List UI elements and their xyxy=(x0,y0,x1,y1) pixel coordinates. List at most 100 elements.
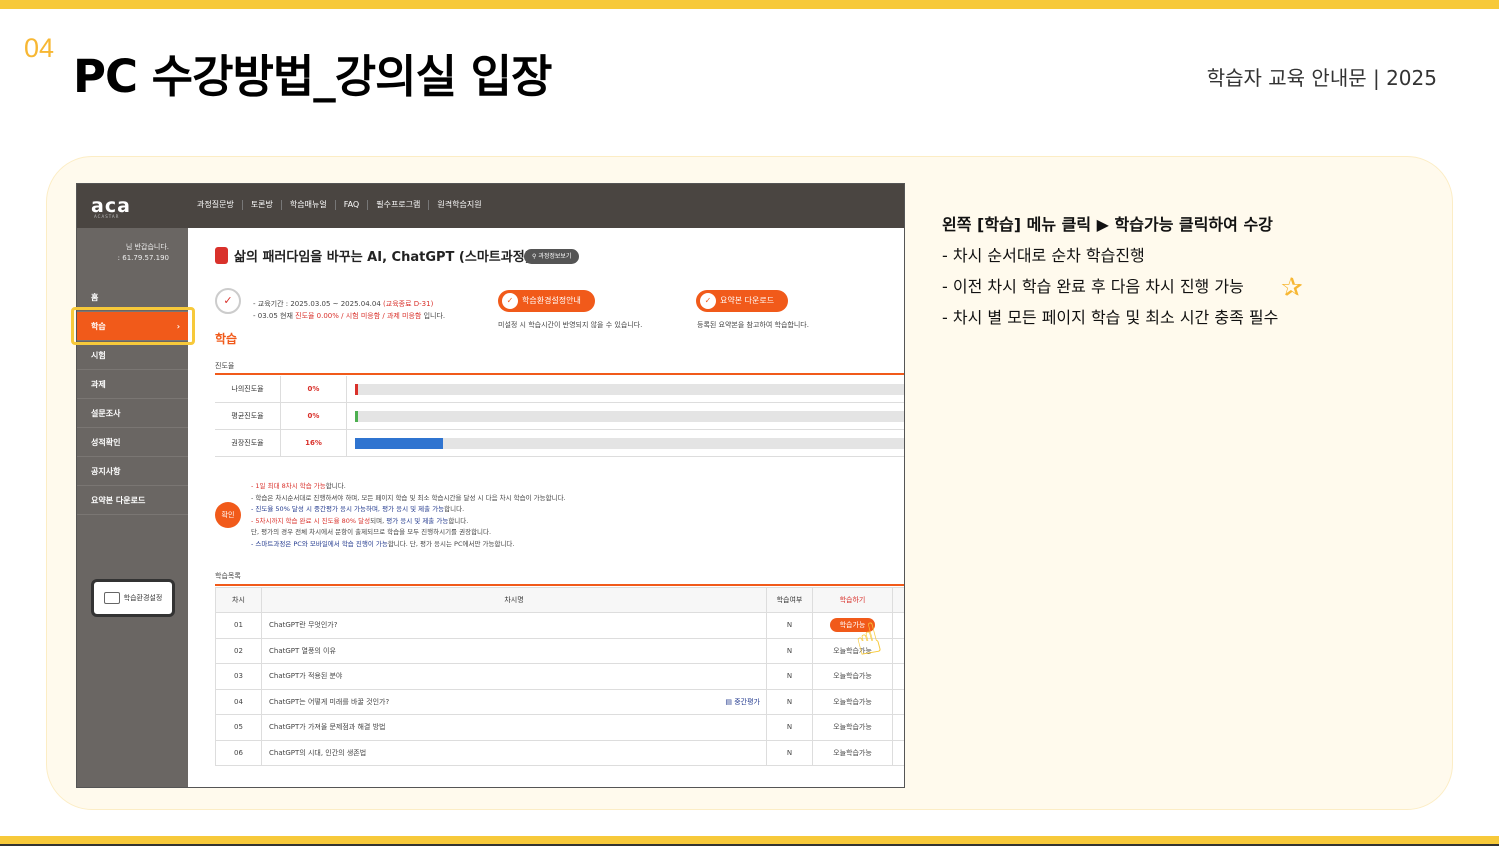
progress-row-label: 권장진도율 xyxy=(215,430,281,457)
summary-download-label: 요약본 다운로드 xyxy=(720,296,775,305)
nav-item-programs[interactable]: 필수프로그램 xyxy=(368,200,430,210)
greeting-text: 님 반갑습니다. xyxy=(125,243,169,251)
sidebar-item-survey[interactable]: 설문조사 xyxy=(77,399,188,428)
lesson-status: 오늘학습가능 xyxy=(833,697,872,706)
lesson-no: 05 xyxy=(215,714,262,741)
lesson-name: ChatGPT가 가져올 문제점과 해결 방법 xyxy=(261,714,767,741)
lesson-name-text: ChatGPT 열풍의 이유 xyxy=(269,646,336,655)
notice-line: - 진도율 50% 달성 시 중간평가 응시 가능하며, 평가 응시 및 제출 … xyxy=(251,504,566,516)
progress-row-pct: 0% xyxy=(281,376,347,403)
summary-note: 등록된 요약본을 참고하여 학습합니다. xyxy=(697,321,809,329)
instruction-item: - 차시 순서대로 순차 학습진행 xyxy=(942,246,1145,265)
notice-line: 단, 평가의 경우 전체 차시에서 문항이 출제되므로 학습을 모두 진행하시기… xyxy=(251,527,566,539)
lesson-table: 차시 차시명 학습여부 학습하기 01 ChatGPT란 무엇인가? N 학습가능 02… xyxy=(215,587,904,766)
monitor-icon xyxy=(103,592,120,604)
nav-item-manual[interactable]: 학습매뉴얼 xyxy=(282,200,336,210)
progress-row-pct: 16% xyxy=(281,430,347,457)
lesson-name: ChatGPT는 어떻게 미래를 바꿀 것인가? ▤ 중간평가 xyxy=(261,688,767,715)
table-row: 01 ChatGPT란 무엇인가? N 학습가능 xyxy=(215,612,904,639)
d-day: (교육종료 D-31) xyxy=(383,300,434,308)
top-navigation: aca ACASTAR 과정질문방 토론방 학습매뉴얼 FAQ 필수프로그램 원… xyxy=(77,184,904,228)
notice-line: - 학습은 차시순서대로 진행하셔야 하며, 모든 페이지 학습 및 최소 학습… xyxy=(251,493,566,505)
nav-item-discussion[interactable]: 토론방 xyxy=(243,200,282,210)
lesson-name: ChatGPT 열풍의 이유 xyxy=(261,637,767,664)
sidebar-item-grades[interactable]: 성적확인 xyxy=(77,428,188,457)
ip-address: : 61.79.57.190 xyxy=(117,254,169,262)
sidebar-item-assignment[interactable]: 과제 xyxy=(77,370,188,399)
notice-part: 합니다. xyxy=(325,482,346,490)
lms-screenshot: aca ACASTAR 과정질문방 토론방 학습매뉴얼 FAQ 필수프로그램 원… xyxy=(76,183,905,788)
row-spacer xyxy=(892,739,904,766)
page-title: PC 수강방법_강의실 입장 xyxy=(73,50,552,103)
lesson-status: 오늘학습가능 xyxy=(833,672,872,681)
notice-part: - 진도율 50% 달성 시 중간평가 응시 가능하며, 평가 응시 및 제출 … xyxy=(251,505,445,513)
sidebar-item-notices[interactable]: 공지사항 xyxy=(77,457,188,486)
nav-menu: 과정질문방 토론방 학습매뉴얼 FAQ 필수프로그램 원격학습지원 xyxy=(189,200,490,210)
lesson-name: ChatGPT가 적용된 분야 xyxy=(261,663,767,690)
progress-bar xyxy=(355,411,904,422)
env-guide-button[interactable]: ✓ 학습환경설정안내 xyxy=(498,290,595,312)
course-info-button[interactable]: ⚲ 과정정보보기 xyxy=(524,249,580,264)
lesson-name: ChatGPT란 무엇인가? xyxy=(261,612,767,639)
table-row: 06 ChatGPT의 시대, 인간의 생존법 N 오늘학습가능 xyxy=(215,739,904,766)
progress-label: 진도율 xyxy=(215,362,235,370)
lesson-done: N xyxy=(766,663,813,690)
notice-part: 단, 평가의 경우 전체 차시에서 문항이 출제되므로 학습을 모두 진행하시기… xyxy=(251,528,492,536)
summary-download-button[interactable]: ✓ 요약본 다운로드 xyxy=(696,290,789,312)
lesson-status: 오늘학습가능 xyxy=(833,723,872,732)
col-action: 학습하기 xyxy=(812,587,893,613)
progress-bar xyxy=(355,384,904,395)
midterm-eval-link[interactable]: ▤ 중간평가 xyxy=(725,697,760,707)
instruction-item: - 이전 차시 학습 완료 후 다음 차시 진행 가능 xyxy=(942,277,1244,296)
table-row: 02 ChatGPT 열풍의 이유 N 오늘학습가능 xyxy=(215,637,904,664)
table-row: 03 ChatGPT가 적용된 분야 N 오늘학습가능 xyxy=(215,663,904,690)
sidebar-item-summary-download[interactable]: 요약본 다운로드 xyxy=(77,486,188,515)
env-guide-note: 미설정 시 학습시간이 반영되지 않을 수 있습니다. xyxy=(498,321,643,329)
lesson-status: 오늘학습가능 xyxy=(833,748,872,757)
progress-row: 평균진도율 0% xyxy=(215,403,904,430)
lesson-name-text: ChatGPT는 어떻게 미래를 바꿀 것인가? xyxy=(269,697,390,706)
notice-part: 합니다. xyxy=(444,505,465,513)
progress-row: 나의진도율 0% xyxy=(215,376,904,403)
lesson-list-divider xyxy=(215,584,904,586)
lesson-name-text: ChatGPT의 시대, 인간의 생존법 xyxy=(269,748,367,757)
notice-line: - 5차시까지 학습 완료 시 진도율 80% 달성되며, 평가 응시 및 제출… xyxy=(251,516,566,528)
notice-part: - 5차시까지 학습 완료 시 진도율 80% 달성 xyxy=(251,516,371,525)
notice-part: 되며, xyxy=(370,516,387,525)
env-settings-button[interactable]: 학습환경설정 xyxy=(91,579,175,617)
notice-line: - 스마트과정은 PC와 모바일에서 학습 진행이 가능합니다. 단, 평가 응… xyxy=(251,539,566,551)
row-spacer xyxy=(892,612,904,639)
lesson-done: N xyxy=(766,637,813,664)
instructions: 왼쪽 [학습] 메뉴 클릭 ▶ 학습가능 클릭하여 수강 - 차시 순서대로 순… xyxy=(942,209,1278,333)
mobile-icon xyxy=(215,247,228,264)
lesson-no: 02 xyxy=(215,637,262,664)
notice-text: - 1일 최대 8차시 학습 가능합니다. - 학습은 차시순서대로 진행하셔야 … xyxy=(251,481,566,550)
progress-fill xyxy=(355,411,358,422)
notice-line: - 1일 최대 8차시 학습 가능합니다. xyxy=(251,481,566,493)
notice-part: 합니다. 단, 평가 응시는 PC에서만 가능합니다. xyxy=(387,539,515,548)
row-spacer xyxy=(892,663,904,690)
instruction-item: - 차시 별 모든 페이지 학습 및 최소 시간 충족 필수 xyxy=(942,308,1279,327)
table-row: 04 ChatGPT는 어떻게 미래를 바꿀 것인가? ▤ 중간평가 N 오늘학습가능 xyxy=(215,688,904,715)
nav-item-qna[interactable]: 과정질문방 xyxy=(189,200,243,210)
notice-part: 합니다. xyxy=(448,516,469,525)
lesson-done: N xyxy=(766,688,813,715)
notice-part: - 1일 최대 8차시 학습 가능 xyxy=(251,482,326,490)
progress-bar xyxy=(355,438,904,449)
nav-item-faq[interactable]: FAQ xyxy=(336,200,369,210)
col-done: 학습여부 xyxy=(766,587,813,613)
check-icon: ✓ xyxy=(502,293,518,309)
notice-part: - 학습은 차시순서대로 진행하셔야 하며, 모든 페이지 학습 및 최소 학습… xyxy=(251,493,566,502)
col-spacer xyxy=(892,587,904,613)
lesson-done: N xyxy=(766,612,813,639)
nav-item-remote-support[interactable]: 원격학습지원 xyxy=(429,200,489,210)
highlight-learning-menu xyxy=(71,307,195,345)
progress-row-label: 나의진도율 xyxy=(215,376,281,403)
progress-divider xyxy=(215,373,904,375)
table-header-row: 차시 차시명 학습여부 학습하기 xyxy=(215,587,904,613)
col-no: 차시 xyxy=(215,587,262,613)
lesson-done: N xyxy=(766,739,813,766)
sidebar-item-exam[interactable]: 시험 xyxy=(77,341,188,370)
progress-row-pct: 0% xyxy=(281,403,347,430)
row-spacer xyxy=(892,714,904,741)
